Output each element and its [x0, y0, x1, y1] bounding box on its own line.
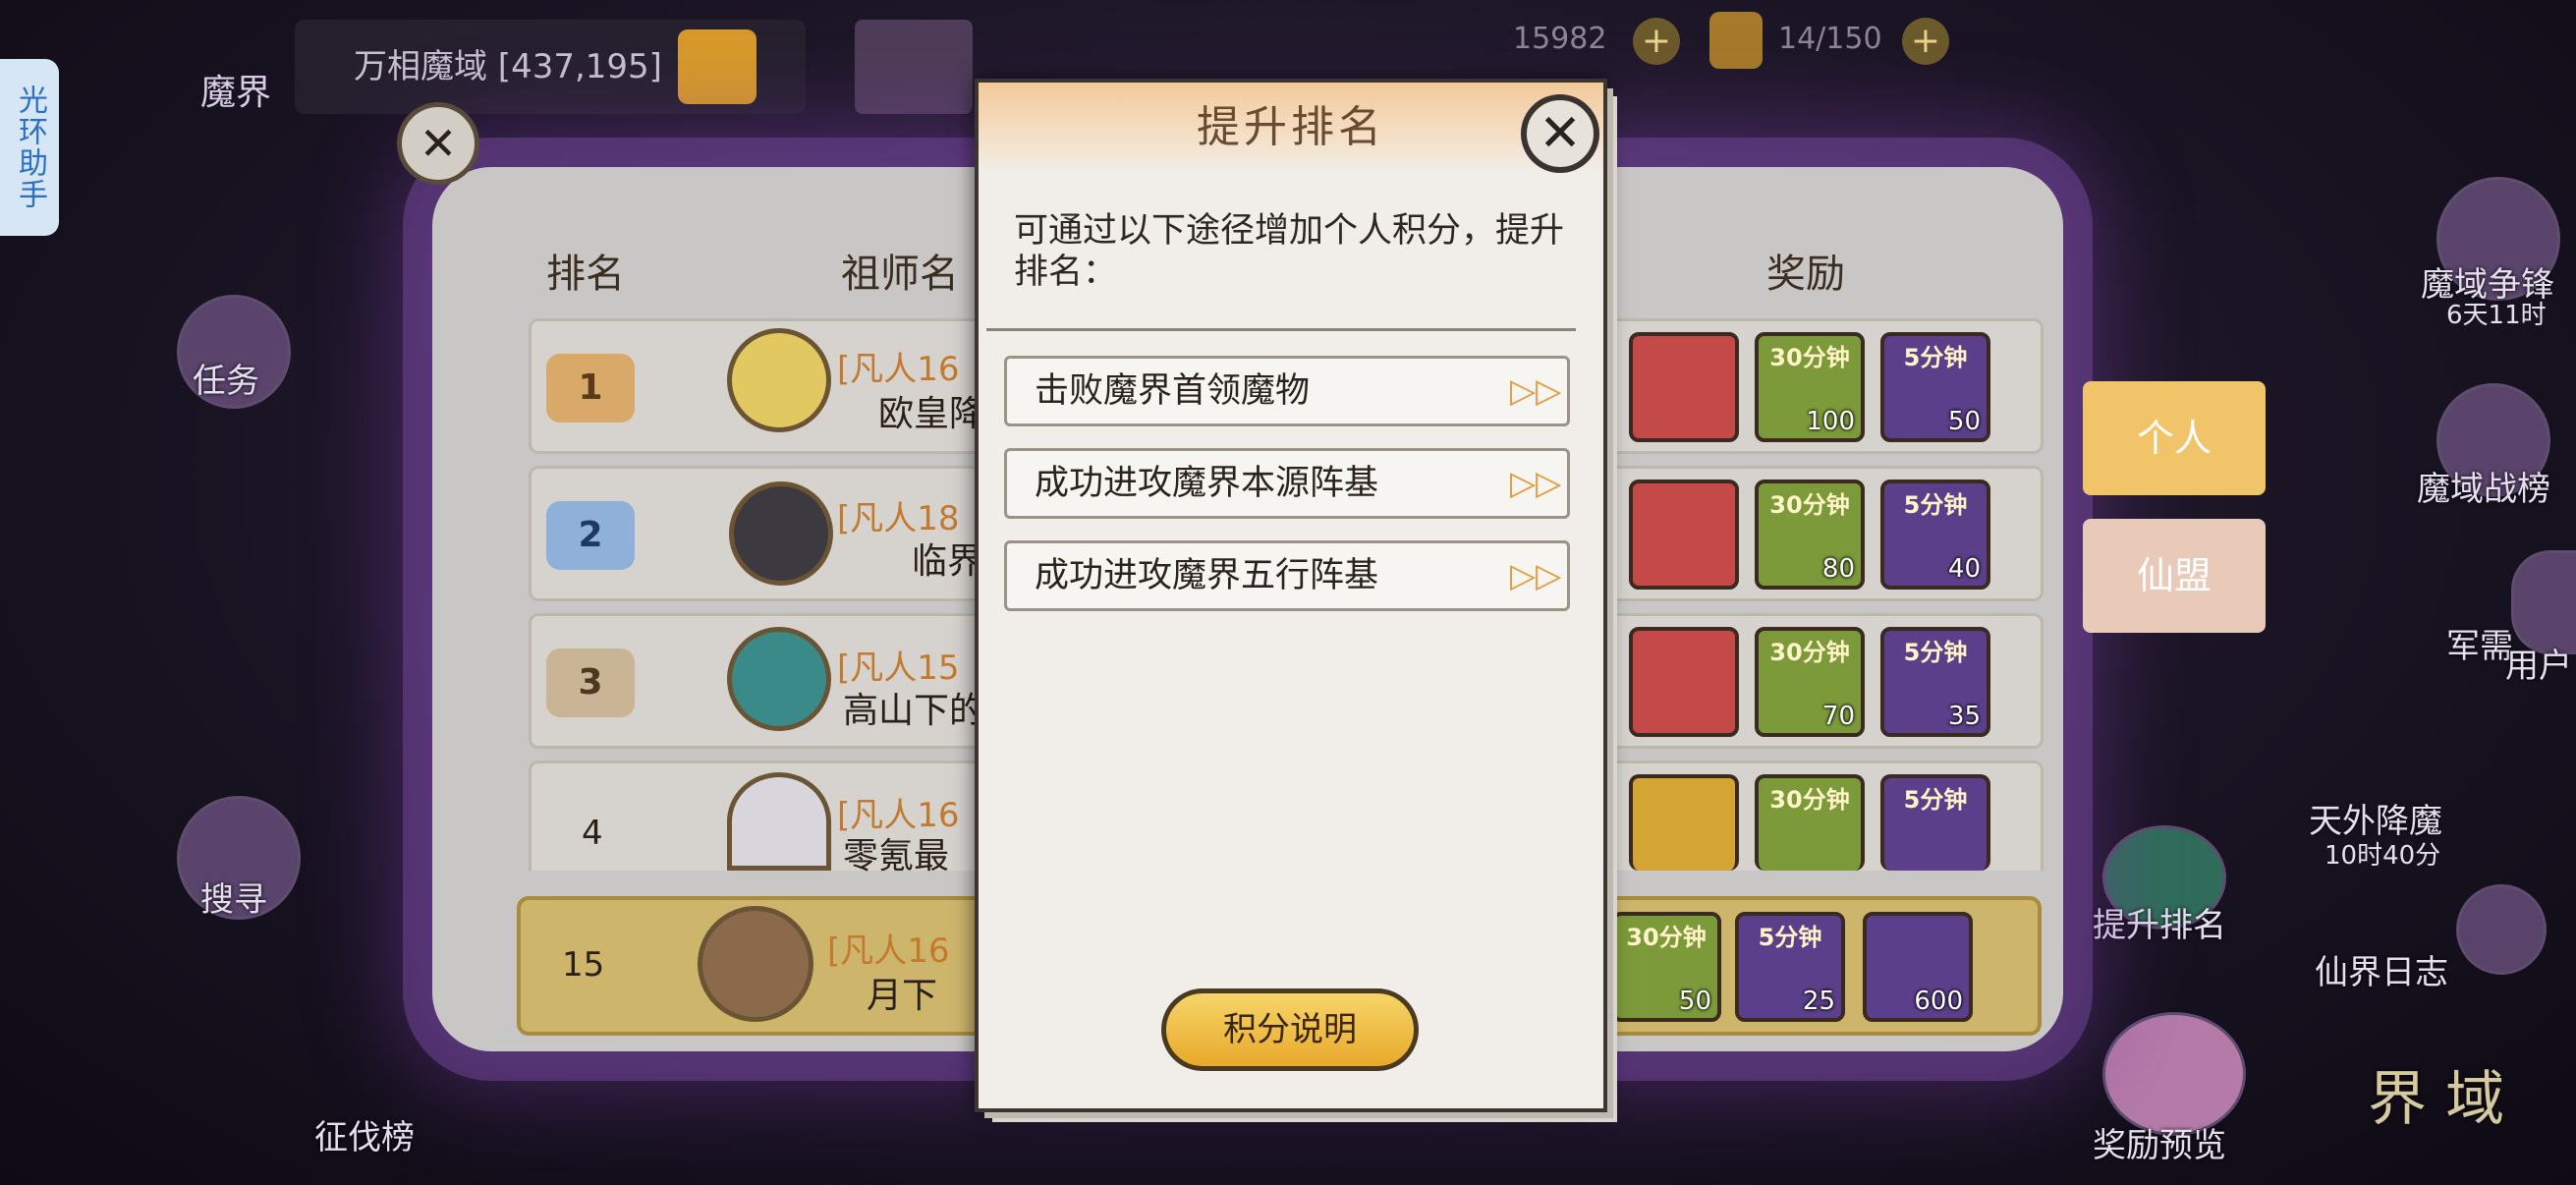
sky-demon-timer: 10时40分	[2324, 841, 2441, 871]
reward-item[interactable]: 30分钟 70	[1755, 627, 1865, 737]
play-icon[interactable]	[2456, 884, 2547, 975]
assistant-tab[interactable]: 光环助手	[0, 59, 59, 236]
reward-item[interactable]: 30分钟 80	[1755, 480, 1865, 590]
header-reward: 奖励	[1766, 252, 1845, 297]
assistant-label: 光环助手	[13, 85, 47, 210]
realm-tag[interactable]: 魔界	[167, 20, 305, 114]
double-arrow-icon: ▷▷	[1510, 556, 1562, 595]
rank-badge: 2	[546, 501, 635, 570]
reward-item[interactable]: 30分钟	[1755, 774, 1865, 871]
option-label: 击败魔界首领魔物	[1035, 371, 1311, 411]
reward-item[interactable]: 30分钟 50	[1611, 912, 1721, 1022]
realm-domain-label[interactable]: 界 域	[2368, 1051, 2504, 1137]
add-stamina-button[interactable]: +	[1902, 18, 1949, 65]
option-label: 成功进攻魔界五行阵基	[1035, 556, 1379, 595]
option-defeat-boss[interactable]: 击败魔界首领魔物 ▷▷	[1004, 356, 1570, 426]
stamina-value: 14/150	[1778, 22, 1882, 56]
close-icon[interactable]: ✕	[1521, 94, 1599, 173]
currency-value: 15982	[1513, 22, 1607, 56]
rank-up-dialog: 提升排名 ✕ 可通过以下途径增加个人积分，提升排名： 击败魔界首领魔物 ▷▷ 成…	[975, 79, 1607, 1112]
battle-board-label: 魔域战榜	[2417, 470, 2550, 509]
reward-item[interactable]: 5分钟	[1880, 774, 1990, 871]
player-name: 高山下的	[843, 691, 985, 731]
rank-badge: 3	[546, 649, 635, 717]
my-player-name: 月下	[867, 976, 938, 1016]
fairy-log-label[interactable]: 仙界日志	[2315, 945, 2448, 993]
search-label: 搜寻	[200, 880, 267, 920]
divider	[986, 328, 1576, 331]
game-screen: { "assistant": {"label": "光环助手"}, "topba…	[0, 0, 2576, 1185]
reward-item[interactable]	[1629, 627, 1739, 737]
player-name: 零氪最	[843, 836, 950, 876]
option-attack-source-base[interactable]: 成功进攻魔界本源阵基 ▷▷	[1004, 448, 1570, 519]
rank-badge: 1	[546, 354, 635, 423]
player-name: 临界	[912, 541, 983, 582]
reward-preview-label: 奖励预览	[2093, 1126, 2226, 1165]
avatar	[729, 481, 833, 586]
my-player-tag: [凡人16	[827, 931, 950, 971]
reward-item[interactable]: 5分钟 50	[1880, 332, 1990, 442]
stamina-icon	[1709, 12, 1763, 69]
reward-item[interactable]: 600	[1863, 912, 1973, 1022]
header-master: 祖师名	[841, 252, 959, 297]
option-label: 成功进攻魔界本源阵基	[1035, 464, 1379, 503]
double-arrow-icon: ▷▷	[1510, 464, 1562, 503]
double-arrow-icon: ▷▷	[1510, 371, 1562, 411]
dialog-title: 提升排名	[1197, 102, 1385, 152]
reward-item[interactable]: 5分钟 35	[1880, 627, 1990, 737]
header-rank: 排名	[546, 252, 625, 297]
avatar	[727, 627, 831, 731]
reward-item[interactable]	[1629, 332, 1739, 442]
reward-item[interactable]	[1629, 774, 1739, 871]
avatar	[727, 772, 831, 871]
my-rank-number: 15	[562, 945, 605, 985]
reward-item[interactable]	[1629, 480, 1739, 590]
dialog-description: 可通过以下途径增加个人积分，提升排名：	[1014, 211, 1565, 292]
user-label: 用户	[2505, 647, 2572, 686]
player-tag: [凡人16	[837, 350, 960, 389]
ranking-close-button[interactable]: ✕	[397, 102, 479, 185]
scroll-icon[interactable]	[855, 20, 973, 114]
supply-label[interactable]: 军需	[2446, 619, 2513, 667]
player-name: 欧皇降	[878, 394, 985, 434]
reward-item[interactable]: 30分钟 100	[1755, 332, 1865, 442]
reward-item[interactable]: 5分钟 40	[1880, 480, 1990, 590]
demon-contest-timer: 6天11时	[2446, 301, 2547, 330]
score-info-button[interactable]: 积分说明	[1161, 988, 1419, 1071]
add-currency-button[interactable]: +	[1633, 18, 1680, 65]
tab-alliance[interactable]: 仙盟	[2083, 519, 2266, 633]
tab-personal[interactable]: 个人	[2083, 381, 2266, 495]
rank-up-label: 提升排名	[2093, 906, 2226, 945]
task-label: 任务	[193, 362, 259, 401]
avatar	[727, 328, 831, 432]
conquest-label[interactable]: 征伐榜	[314, 1110, 415, 1158]
rank-number: 4	[582, 814, 603, 853]
my-avatar	[698, 906, 813, 1022]
option-attack-five-elements-base[interactable]: 成功进攻魔界五行阵基 ▷▷	[1004, 540, 1570, 611]
locate-icon[interactable]	[678, 29, 756, 104]
location-text: 万相魔域 [437,195]	[354, 47, 662, 86]
reward-item[interactable]: 5分钟 25	[1735, 912, 1845, 1022]
